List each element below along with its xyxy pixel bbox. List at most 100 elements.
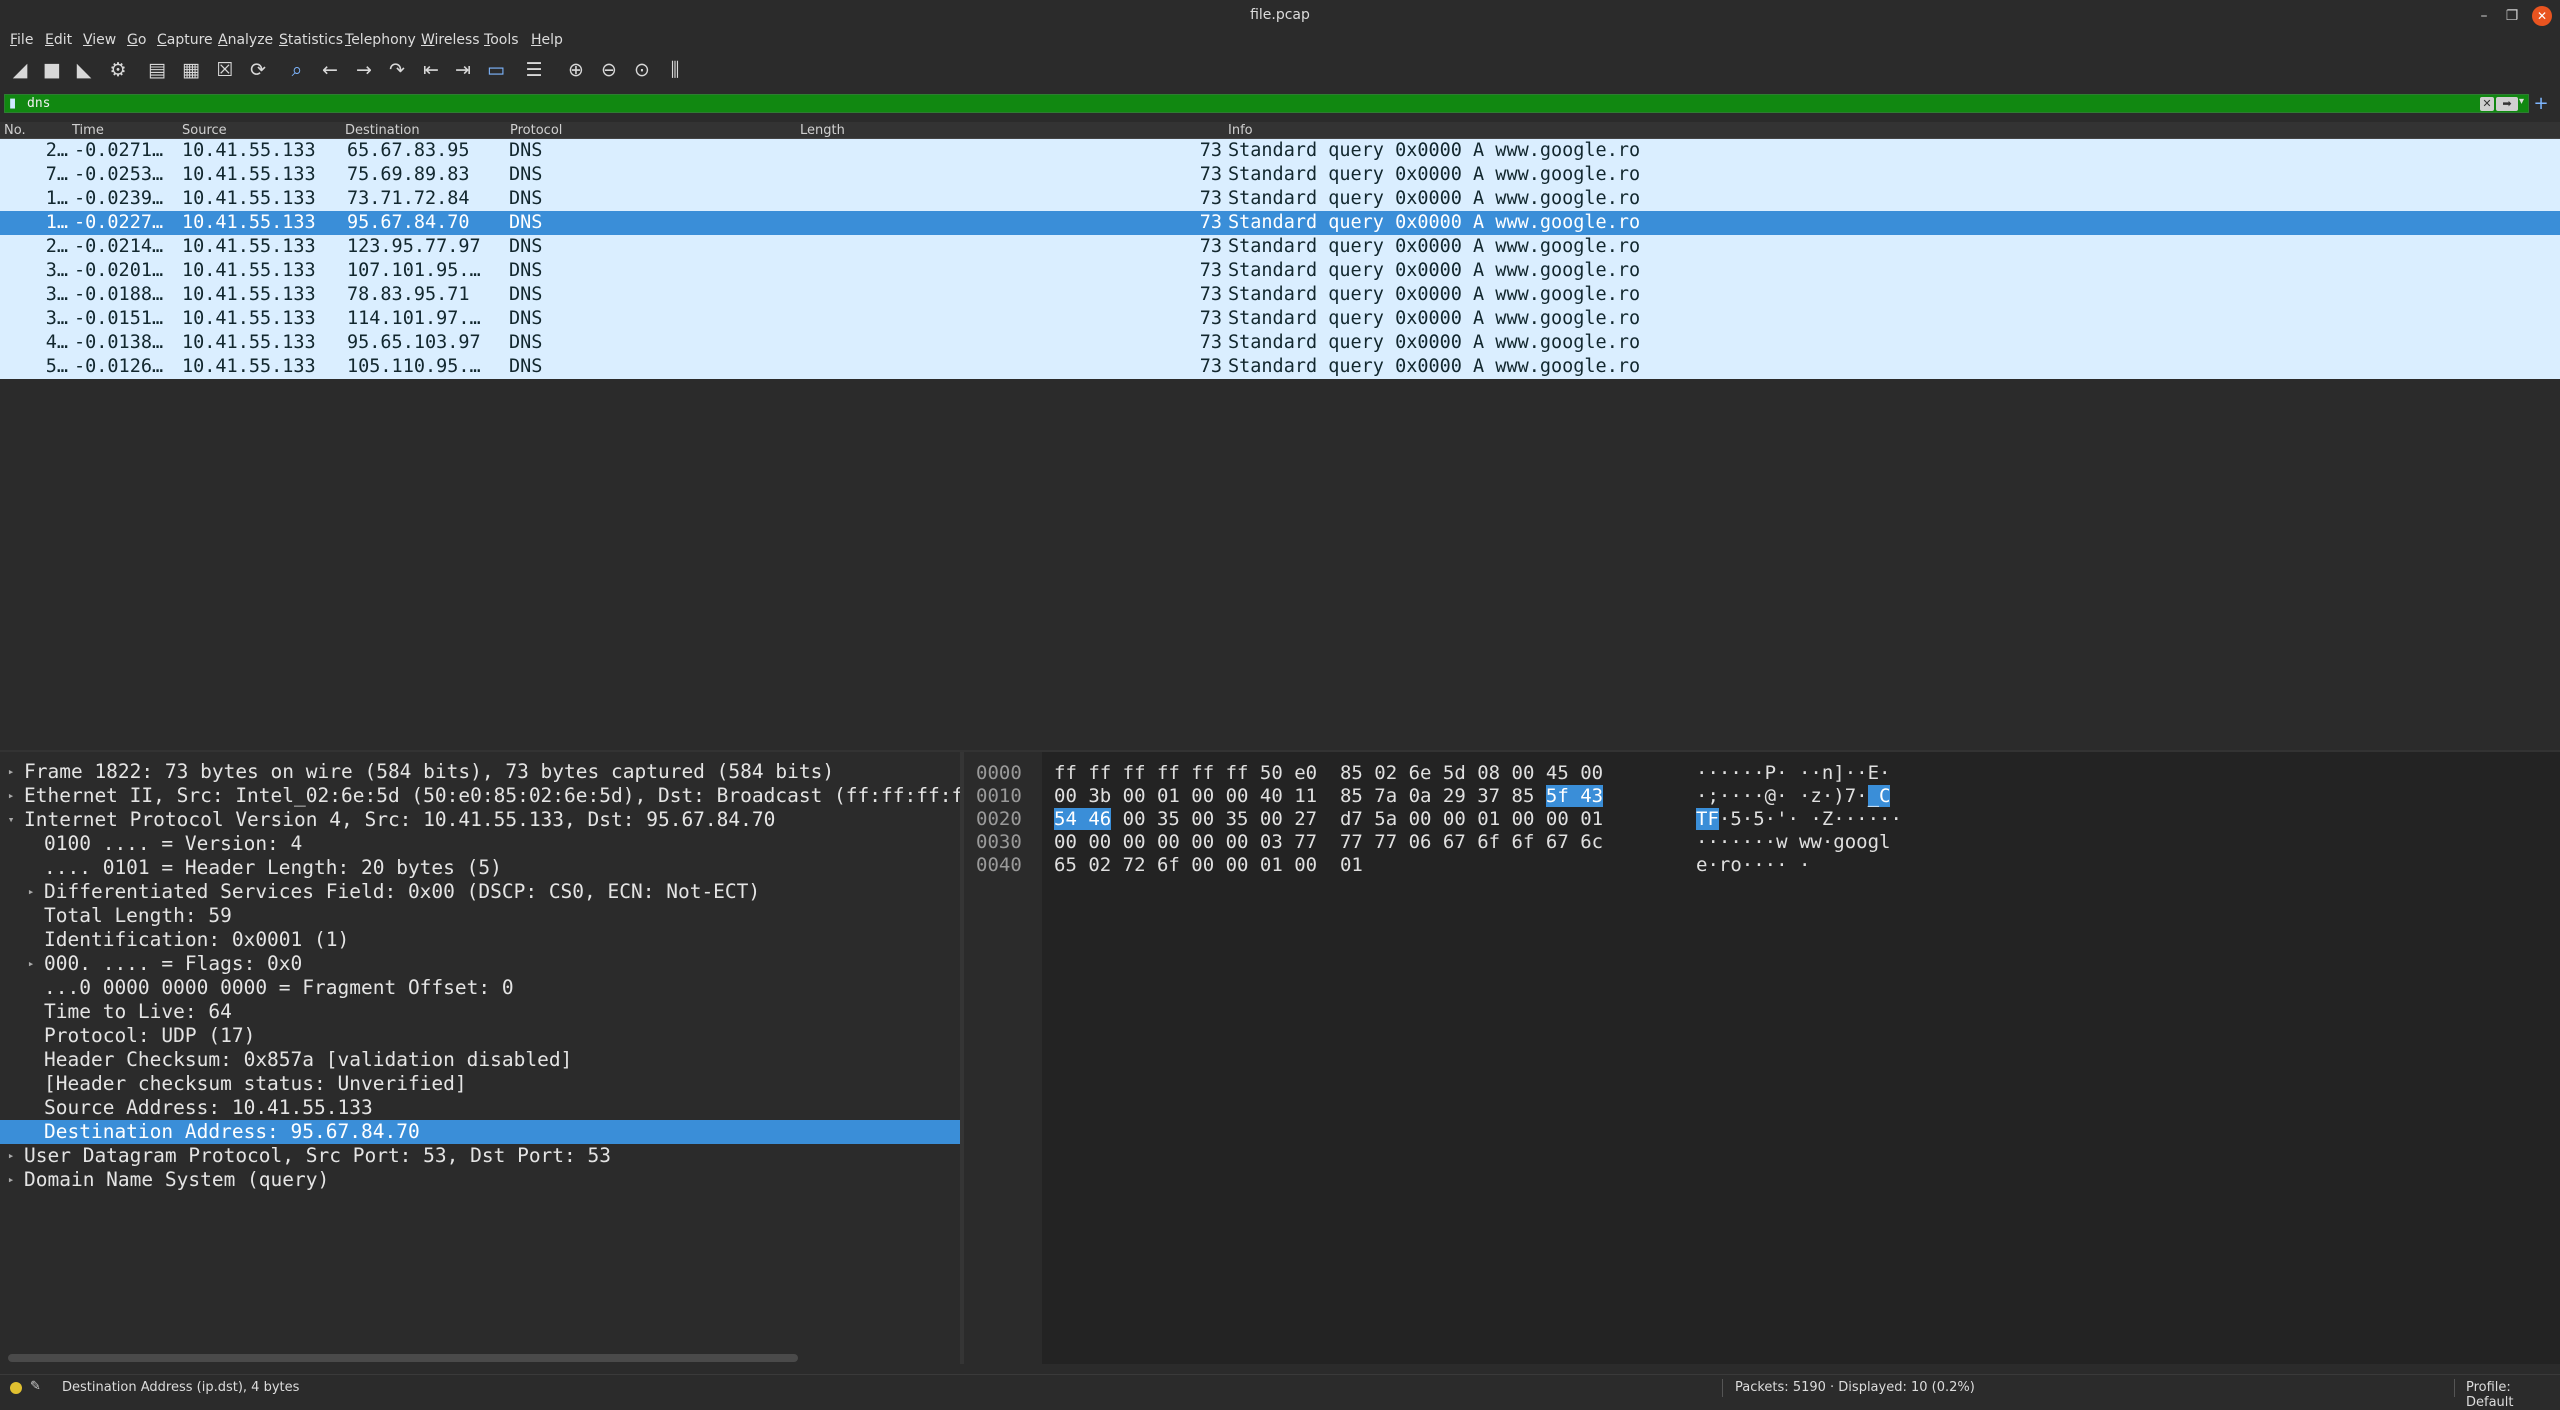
packet-row[interactable]: 3… -0.0151… 10.41.55.133 114.101.97.… DNS 73 S… [0, 307, 2560, 331]
zoom-in-icon[interactable]: ⊕ [564, 58, 588, 82]
edit-comment-icon[interactable]: ✎ [30, 1379, 41, 1394]
menu-help[interactable]: Help [531, 32, 563, 48]
colorize-icon[interactable]: ☰ [522, 58, 546, 82]
bytes-ascii[interactable]: ·······w ww·googl [1696, 831, 1890, 854]
packet-row[interactable]: 3… -0.0188… 10.41.55.133 78.83.95.71 DNS 73 St… [0, 283, 2560, 307]
bookmark-icon[interactable]: ▮ [9, 96, 16, 111]
menu-edit[interactable]: Edit [45, 32, 72, 48]
menu-statistics[interactable]: Statistics [279, 32, 343, 48]
display-filter-value[interactable]: dns [27, 96, 50, 111]
add-filter-button-icon[interactable]: + [2526, 94, 2556, 114]
details-tree-item[interactable]: ▸ Frame 1822: 73 bytes on wire (584 bits)… [0, 760, 960, 784]
capture-options-icon[interactable]: ⚙ [106, 58, 130, 82]
collapsed-arrow-icon[interactable]: ▸ [24, 880, 38, 904]
menu-view[interactable]: View [83, 32, 116, 48]
packet-row[interactable]: 4… -0.0138… 10.41.55.133 95.65.103.97 DNS 73 S… [0, 331, 2560, 355]
menu-file[interactable]: File [10, 32, 33, 48]
details-tree-item[interactable]: Identification: 0x0001 (1) [0, 928, 960, 952]
go-back-icon[interactable]: ← [318, 58, 342, 82]
packet-row[interactable]: 1… -0.0239… 10.41.55.133 73.71.72.84 DNS 73 St… [0, 187, 2560, 211]
column-header-source[interactable]: Source [182, 123, 227, 138]
column-header-time[interactable]: Time [72, 123, 104, 138]
maximize-icon[interactable]: ❐ [2502, 6, 2522, 26]
details-tree-item[interactable]: ▸ 000. .... = Flags: 0x0 [0, 952, 960, 976]
find-icon[interactable]: ⌕ [285, 58, 309, 82]
menu-analyze[interactable]: Analyze [218, 32, 273, 48]
packet-row[interactable]: 1… -0.0227… 10.41.55.133 95.67.84.70 DNS 73 St… [0, 211, 2560, 235]
collapsed-arrow-icon[interactable]: ▸ [4, 760, 18, 784]
bytes-row[interactable]: 0020 54 46 00 35 00 35 00 27 d7 5a 00 00 … [964, 808, 2554, 831]
packet-row[interactable]: 5… -0.0126… 10.41.55.133 105.110.95.… DNS 73 S… [0, 355, 2560, 379]
stop-icon[interactable]: ■ [40, 58, 64, 82]
details-tree-item[interactable]: [Header checksum status: Unverified] [0, 1072, 960, 1096]
first-packet-icon[interactable]: ⇤ [419, 58, 443, 82]
details-tree-item[interactable]: ▸ Ethernet II, Src: Intel_02:6e:5d (50:e0… [0, 784, 960, 808]
column-header-no[interactable]: No. [4, 123, 26, 138]
collapsed-arrow-icon[interactable]: ▸ [4, 1144, 18, 1168]
menu-capture[interactable]: Capture [157, 32, 213, 48]
bytes-row[interactable]: 0040 65 02 72 6f 00 00 01 00 01 e·ro···· · [964, 854, 2554, 877]
bytes-hex[interactable]: ff ff ff ff ff ff 50 e0 85 02 6e 5d 08 0… [1054, 762, 1603, 785]
details-tree-item[interactable]: ▸ Domain Name System (query) [0, 1168, 960, 1192]
chevron-down-icon[interactable]: ▾ [2519, 96, 2524, 107]
resize-columns-icon[interactable]: ⫼ [663, 58, 687, 82]
bytes-hex[interactable]: 00 00 00 00 00 00 03 77 77 77 06 67 6f 6… [1054, 831, 1603, 854]
column-header-destination[interactable]: Destination [345, 123, 420, 138]
collapsed-arrow-icon[interactable]: ▸ [4, 1168, 18, 1192]
bytes-row[interactable]: 0000 ff ff ff ff ff ff 50 e0 85 02 6e 5d … [964, 762, 2554, 785]
details-tree-item[interactable]: Header Checksum: 0x857a [validation disa… [0, 1048, 960, 1072]
details-tree-item[interactable]: ▸ Differentiated Services Field: 0x00 (DS… [0, 880, 960, 904]
bytes-hex[interactable]: 65 02 72 6f 00 00 01 00 01 [1054, 854, 1363, 877]
menu-go[interactable]: Go [127, 32, 146, 48]
zoom-out-icon[interactable]: ⊖ [597, 58, 621, 82]
reload-icon[interactable]: ⟳ [246, 58, 270, 82]
status-profile[interactable]: Profile: Default [2466, 1380, 2560, 1410]
column-header-info[interactable]: Info [1228, 123, 1253, 138]
details-tree-item[interactable]: .... 0101 = Header Length: 20 bytes (5) [0, 856, 960, 880]
scrollbar-thumb[interactable] [8, 1354, 798, 1362]
packet-row[interactable]: 2… -0.0271… 10.41.55.133 65.67.83.95 DNS 73 St… [0, 139, 2560, 163]
menu-tools[interactable]: Tools [484, 32, 519, 48]
last-packet-icon[interactable]: ⇥ [451, 58, 475, 82]
details-tree-item[interactable]: Time to Live: 64 [0, 1000, 960, 1024]
clear-filter-icon[interactable]: ✕ [2480, 97, 2494, 111]
bytes-ascii[interactable]: ·;····@· ·z·)7·_C [1696, 785, 1891, 808]
normal-size-icon[interactable]: ⊙ [630, 58, 654, 82]
display-filter-input[interactable]: ▮ dns ✕ ➡ ▾ [4, 94, 2529, 113]
details-tree-item[interactable]: ▾ Internet Protocol Version 4, Src: 10.41… [0, 808, 960, 832]
details-tree-item[interactable]: ▸ User Datagram Protocol, Src Port: 53, D… [0, 1144, 960, 1168]
close-file-icon[interactable]: ☒ [213, 58, 237, 82]
column-header-protocol[interactable]: Protocol [510, 123, 562, 138]
details-horizontal-scrollbar[interactable] [0, 1352, 960, 1364]
bytes-row[interactable]: 0010 00 3b 00 01 00 00 40 11 85 7a 0a 29 … [964, 785, 2554, 808]
bytes-ascii[interactable]: e·ro···· · [1696, 854, 1810, 877]
bytes-hex[interactable]: 54 46 00 35 00 35 00 27 d7 5a 00 00 01 0… [1054, 808, 1603, 831]
open-file-icon[interactable]: ▤ [145, 58, 169, 82]
collapsed-arrow-icon[interactable]: ▸ [24, 952, 38, 976]
expanded-arrow-icon[interactable]: ▾ [4, 808, 18, 832]
save-file-icon[interactable]: ▦ [179, 58, 203, 82]
close-icon[interactable]: ✕ [2532, 6, 2552, 26]
restart-icon[interactable]: ◣ [72, 58, 96, 82]
minimize-icon[interactable]: – [2474, 6, 2494, 26]
collapsed-arrow-icon[interactable]: ▸ [4, 784, 18, 808]
details-tree-item[interactable]: Protocol: UDP (17) [0, 1024, 960, 1048]
go-to-packet-icon[interactable]: ↷ [385, 58, 409, 82]
details-tree-item[interactable]: 0100 .... = Version: 4 [0, 832, 960, 856]
bytes-ascii[interactable]: ······P· ··n]··E· [1696, 762, 1890, 785]
bytes-ascii[interactable]: TF·5·5·'· ·Z······ [1696, 808, 1902, 831]
apply-filter-icon[interactable]: ➡ [2496, 97, 2518, 111]
details-tree-item[interactable]: ...0 0000 0000 0000 = Fragment Offset: 0 [0, 976, 960, 1000]
expert-info-led-icon[interactable] [10, 1382, 22, 1394]
packet-row[interactable]: 3… -0.0201… 10.41.55.133 107.101.95.… DNS 73 S… [0, 259, 2560, 283]
details-tree-item[interactable]: Source Address: 10.41.55.133 [0, 1096, 960, 1120]
column-header-length[interactable]: Length [800, 123, 845, 138]
bytes-hex[interactable]: 00 3b 00 01 00 00 40 11 85 7a 0a 29 37 8… [1054, 785, 1604, 808]
packet-row[interactable]: 7… -0.0253… 10.41.55.133 75.69.89.83 DNS 73 St… [0, 163, 2560, 187]
packet-row[interactable]: 2… -0.0214… 10.41.55.133 123.95.77.97 DNS 73 S… [0, 235, 2560, 259]
details-tree-item[interactable]: Total Length: 59 [0, 904, 960, 928]
details-tree-item[interactable]: Destination Address: 95.67.84.70 [0, 1120, 960, 1144]
shark-fin-start-icon[interactable]: ◢ [8, 58, 32, 82]
autoscroll-icon[interactable]: ▭ [484, 58, 508, 82]
menu-telephony[interactable]: Telephony [345, 32, 416, 48]
